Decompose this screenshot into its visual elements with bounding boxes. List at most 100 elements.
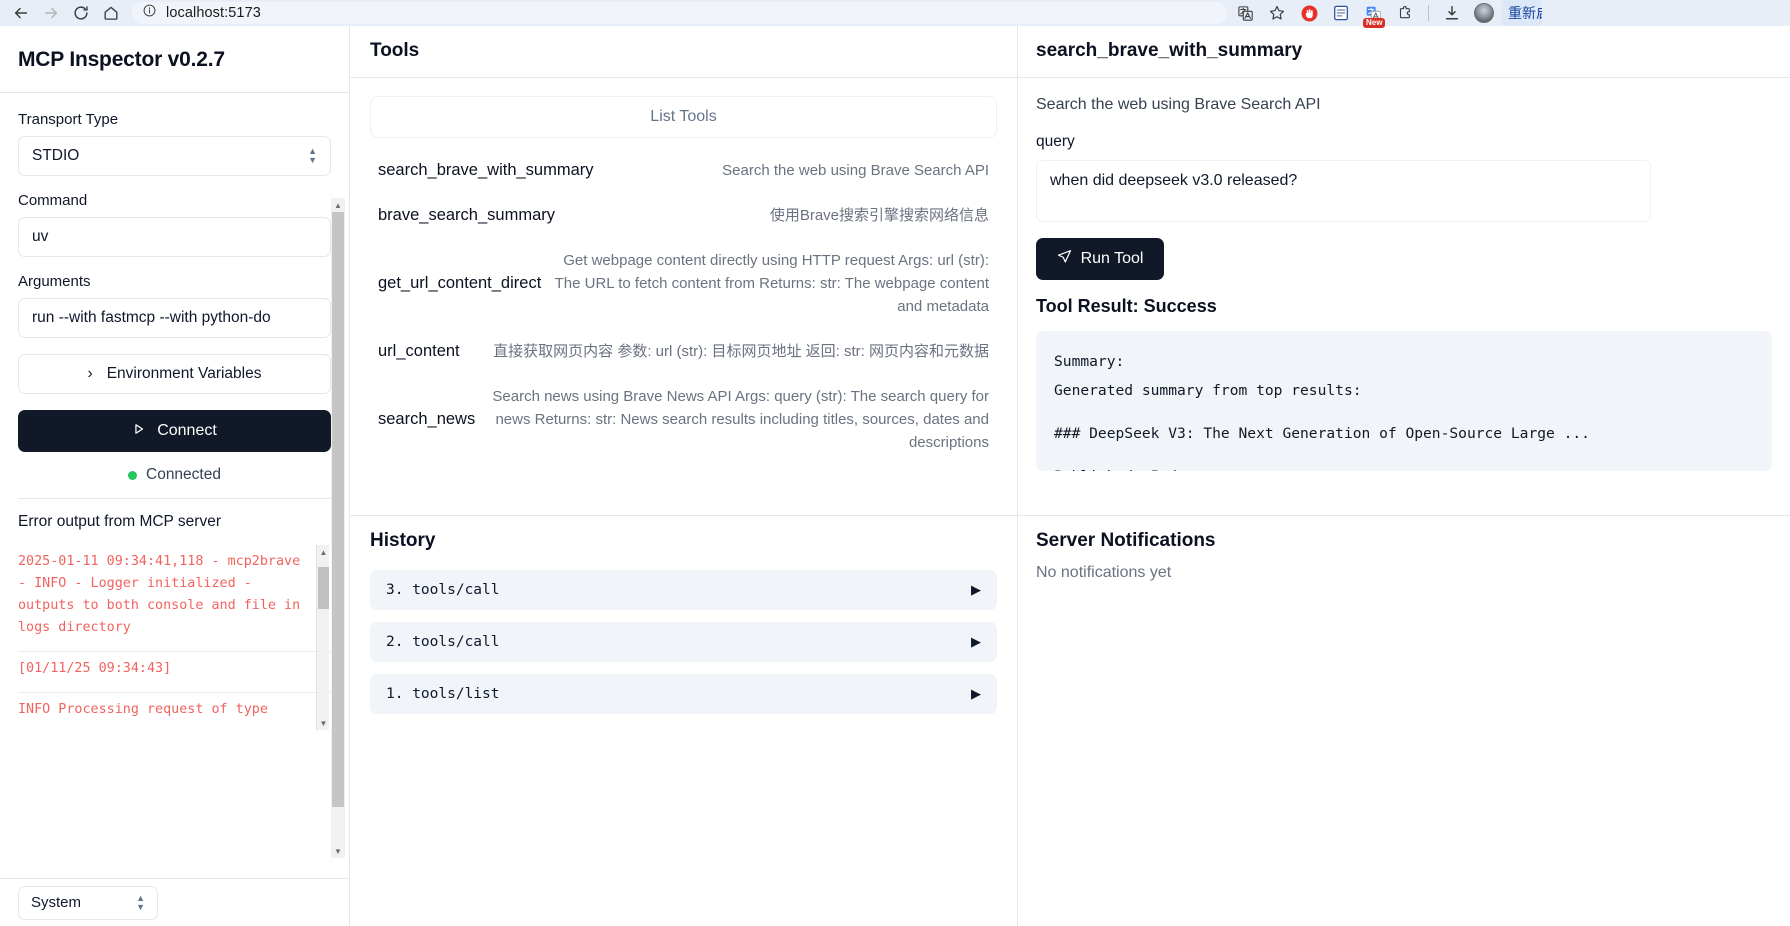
sidebar-scrollbar-thumb[interactable] [332,212,344,807]
list-tools-button[interactable]: List Tools [370,96,997,138]
scroll-down-arrow-icon[interactable]: ▼ [318,716,329,730]
adblock-hand-icon[interactable] [1295,1,1323,25]
bookmark-star-icon[interactable] [1263,1,1291,25]
arguments-input[interactable]: run --with fastmcp --with python-do [18,298,331,338]
browser-toolbar: localhost:5173 New 重新 [0,0,1790,28]
environment-variables-label: Environment Variables [106,365,262,382]
tool-description: 使用Brave搜索引擎搜索网络信息 [769,207,989,224]
restart-browser-chip[interactable]: 重新启 [1502,0,1542,26]
log-scrollbar[interactable]: ▲ ▼ [316,545,329,730]
browser-extensions-area: New 重新启 [1231,0,1542,28]
chevron-updown-icon: ▲ ▼ [308,146,317,165]
middle-column: Tools List Tools search_brave_with_summa… [350,26,1018,926]
send-icon [1057,249,1072,269]
right-column: search_brave_with_summary Search the web… [1018,26,1790,926]
transport-type-value: STDIO [32,147,80,164]
tool-detail-header: search_brave_with_summary [1018,26,1790,78]
result-line: ### DeepSeek V3: The Next Generation of … [1054,425,1590,442]
sidebar-scrollbar[interactable]: ▲ ▼ [331,198,345,858]
back-arrow-icon[interactable] [6,1,36,25]
tool-list-item[interactable]: url_content 直接获取网页内容 参数: url (str): 目标网页… [370,329,997,374]
history-title: History [370,530,436,551]
log-scrollbar-thumb[interactable] [318,567,329,609]
sidebar-scroll-up-icon[interactable]: ▲ [332,198,344,212]
transport-type-label: Transport Type [18,111,119,128]
chevron-updown-icon: ▲ ▼ [136,892,145,912]
tool-detail-description: Search the web using Brave Search API [1036,96,1321,113]
history-item[interactable]: 3. tools/call ▶ [370,570,997,610]
translate-page-icon[interactable] [1231,1,1259,25]
error-output-log: 2025-01-11 09:34:41,118 - mcp2brave - IN… [18,545,331,730]
history-item[interactable]: 1. tools/list ▶ [370,674,997,714]
server-notifications-header: Server Notifications [1018,516,1790,564]
log-entry: [01/11/25 09:34:43] [18,652,331,693]
sidebar-footer: System ▲ ▼ [0,878,349,926]
server-notifications-panel: Server Notifications No notifications ye… [1018,516,1790,926]
transport-type-field: Transport Type STDIO ▲ ▼ [18,111,331,176]
page-title: MCP Inspector v0.2.7 [18,48,225,71]
tool-result-output: Summary: Generated summary from top resu… [1036,331,1772,471]
log-level-select[interactable]: System ▲ ▼ [18,885,158,920]
result-line: Summary: [1054,353,1125,370]
connect-label: Connect [157,422,217,439]
error-output-title: Error output from MCP server [18,513,221,530]
url-text: localhost:5173 [166,5,261,21]
forward-arrow-icon[interactable] [36,1,66,25]
reload-icon[interactable] [66,1,96,25]
mcp-inspector-app: MCP Inspector v0.2.7 Transport Type STDI… [0,26,1790,926]
expand-caret-icon[interactable]: ▶ [971,582,981,598]
extensions-puzzle-icon[interactable] [1391,1,1419,25]
downloads-icon[interactable] [1438,1,1466,25]
history-item[interactable]: 2. tools/call ▶ [370,622,997,662]
log-level-value: System [31,894,82,911]
reader-list-icon[interactable] [1327,1,1355,25]
run-tool-button[interactable]: Run Tool [1036,238,1164,280]
history-item-label: 2. tools/call [386,634,500,650]
tool-description: Search the web using Brave Search API [722,162,989,179]
home-icon[interactable] [96,1,126,25]
tool-list-item[interactable]: get_url_content_direct Get webpage conte… [370,238,997,329]
expand-caret-icon[interactable]: ▶ [971,634,981,650]
server-notifications-title: Server Notifications [1036,530,1216,551]
run-tool-label: Run Tool [1080,250,1144,267]
sidebar-header: MCP Inspector v0.2.7 [0,26,349,93]
sidebar-scroll-down-icon[interactable]: ▼ [332,844,344,858]
arguments-label: Arguments [18,273,91,290]
tool-detail-panel: search_brave_with_summary Search the web… [1018,26,1790,516]
tool-name: search_news [378,410,476,428]
status-dot-icon [128,470,137,480]
tool-name: brave_search_summary [378,206,555,224]
command-input[interactable]: uv [18,217,331,257]
result-line: Published: 5 days ago [1054,462,1754,471]
tool-list-item[interactable]: search_brave_with_summary Search the web… [370,148,997,193]
result-blank-line [1054,405,1754,419]
tool-list-item[interactable]: search_news Search news using Brave News… [370,374,997,465]
chevron-right-icon: › [87,365,93,382]
new-badge: New [1363,18,1386,28]
sidebar-body: Transport Type STDIO ▲ ▼ Command uv Argum… [0,93,349,878]
tool-description: Get webpage content directly using HTTP … [554,252,989,315]
history-panel: History 3. tools/call ▶ 2. tools/call ▶ … [350,516,1017,926]
history-panel-header: History [350,516,1017,556]
history-list: 3. tools/call ▶ 2. tools/call ▶ 1. tools… [350,556,1017,740]
scroll-up-arrow-icon[interactable]: ▲ [318,545,329,559]
google-translate-icon[interactable]: New [1359,1,1387,28]
history-item-label: 1. tools/list [386,686,500,702]
transport-type-select[interactable]: STDIO ▲ ▼ [18,136,331,176]
tool-name: search_brave_with_summary [378,161,594,179]
address-bar[interactable]: localhost:5173 [132,2,1227,24]
tool-name: url_content [378,342,460,360]
tools-title: Tools [370,40,420,61]
query-input[interactable]: when did deepseek v3.0 released? [1036,160,1651,222]
arguments-field: Arguments run --with fastmcp --with pyth… [18,273,331,338]
result-line: Generated summary from top results: [1054,382,1362,399]
status-badge: Connected [146,466,221,483]
environment-variables-toggle[interactable]: › Environment Variables [18,354,331,394]
expand-caret-icon[interactable]: ▶ [971,686,981,702]
tool-description: 直接获取网页内容 参数: url (str): 目标网页地址 返回: str: … [493,343,989,360]
connect-button[interactable]: Connect [18,410,331,452]
tool-list-item[interactable]: brave_search_summary 使用Brave搜索引擎搜索网络信息 [370,193,997,238]
profile-avatar[interactable] [1470,1,1498,25]
site-info-icon[interactable] [142,3,157,23]
tool-name: get_url_content_direct [378,274,542,292]
